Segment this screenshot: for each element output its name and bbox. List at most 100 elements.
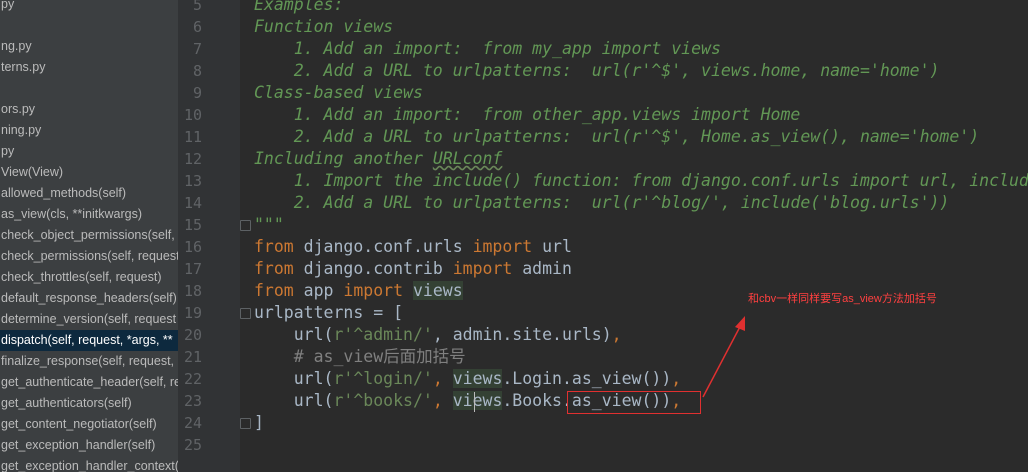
code-token: import	[343, 281, 404, 300]
line-number: 8	[192, 62, 202, 80]
code-token: from	[254, 259, 294, 278]
code-token: # as_view后面加括号	[254, 347, 466, 366]
code-token: import	[472, 237, 533, 256]
code-token: import	[452, 259, 513, 278]
structure-item[interactable]: get_exception_handler_context(	[0, 456, 178, 472]
code-line[interactable]: Class-based views	[254, 82, 423, 104]
code-token: url	[532, 237, 572, 256]
code-line[interactable]: from app import views	[254, 280, 463, 302]
code-line[interactable]: url(r'^admin/', admin.site.urls),	[254, 324, 622, 346]
structure-item[interactable]: get_content_negotiator(self)	[0, 414, 178, 435]
structure-item[interactable]: get_exception_handler(self)	[0, 435, 178, 456]
code-line[interactable]: from django.contrib import admin	[254, 258, 572, 280]
structure-item[interactable]: check_throttles(self, request)	[0, 267, 178, 288]
code-line[interactable]: ]	[254, 412, 264, 434]
structure-item[interactable]: check_permissions(self, request	[0, 246, 178, 267]
code-line[interactable]: from django.conf.urls import url	[254, 236, 572, 258]
line-number: 24	[183, 414, 202, 432]
code-token: Examples:	[254, 0, 344, 14]
structure-item[interactable]: terns.py	[0, 57, 178, 78]
code-token: 2. Add a URL to urlpatterns: url(r'^blog…	[254, 193, 950, 212]
structure-sidebar: py ng.py terns.py ors.py ning.py py View(View)…	[0, 0, 178, 472]
structure-item[interactable]: py	[0, 141, 178, 162]
line-number: 9	[192, 84, 202, 102]
line-number: 22	[183, 370, 202, 388]
line-number: 11	[183, 128, 202, 146]
structure-item[interactable]: ors.py	[0, 99, 178, 120]
structure-item[interactable]: ning.py	[0, 120, 178, 141]
line-number: 19	[183, 304, 202, 322]
code-token: from	[254, 237, 294, 256]
code-token: .Login.as_view())	[502, 369, 672, 388]
line-number: 6	[192, 18, 202, 36]
code-line[interactable]: urlpatterns = [	[254, 302, 403, 324]
code-line[interactable]: 1. Add an import: from other_app.views i…	[254, 104, 801, 126]
structure-item[interactable]	[0, 78, 178, 99]
code-line[interactable]: 1. Import the include() function: from d…	[254, 170, 1028, 192]
code-token: views	[412, 281, 463, 300]
line-number: 13	[183, 172, 202, 190]
code-token: 1. Import the include() function: from d…	[254, 171, 1028, 190]
code-token: ,	[432, 369, 453, 388]
line-number: 5	[192, 0, 202, 14]
code-token: django.conf.urls	[293, 237, 473, 256]
code-token: ,	[611, 325, 622, 344]
fold-marker-icon[interactable]	[240, 220, 251, 231]
code-token: from	[254, 281, 294, 300]
code-token: 2. Add a URL to urlpatterns: url(r'^$', …	[254, 127, 980, 146]
code-line[interactable]: Function views	[254, 16, 393, 38]
code-token: Class-based views	[254, 83, 423, 102]
code-line[interactable]: url(r'^login/', views.Login.as_view()),	[254, 368, 681, 390]
code-line[interactable]: Including another URLconf	[254, 148, 502, 170]
structure-item[interactable]: check_object_permissions(self,	[0, 225, 178, 246]
line-number: 14	[183, 194, 202, 212]
code-token: Function views	[254, 17, 394, 36]
structure-item[interactable]: finalize_response(self, request,	[0, 351, 178, 372]
line-number: 25	[183, 436, 202, 454]
structure-item[interactable]: allowed_methods(self)	[0, 183, 178, 204]
line-number: 12	[183, 150, 202, 168]
code-line[interactable]: 2. Add a URL to urlpatterns: url(r'^$', …	[254, 126, 979, 148]
code-token: admin	[512, 259, 572, 278]
text-caret	[474, 392, 475, 412]
code-line[interactable]: 2. Add a URL to urlpatterns: url(r'^blog…	[254, 192, 950, 214]
code-line[interactable]: 2. Add a URL to urlpatterns: url(r'^$', …	[254, 60, 940, 82]
annotation-text: 和cbv一样同样要写as_view方法加括号	[748, 293, 937, 305]
code-token: 1. Add an import: from my_app import vie…	[254, 39, 721, 58]
code-token: ,	[671, 369, 682, 388]
line-number: 15	[183, 216, 202, 234]
code-token: ]	[254, 413, 264, 432]
code-line[interactable]: 1. Add an import: from my_app import vie…	[254, 38, 721, 60]
code-token: URLconf	[432, 149, 503, 168]
fold-marker-icon[interactable]	[240, 308, 251, 319]
line-number: 20	[183, 326, 202, 344]
line-number: 10	[183, 106, 202, 124]
code-token: """	[254, 215, 284, 234]
line-number: 21	[183, 348, 202, 366]
structure-item[interactable]: default_response_headers(self)	[0, 288, 178, 309]
code-token: r'^login/'	[333, 369, 433, 388]
code-line[interactable]: # as_view后面加括号	[254, 346, 466, 368]
structure-item[interactable]: get_authenticate_header(self, re	[0, 372, 178, 393]
code-token: django.contrib	[293, 259, 453, 278]
annotation-highlight-box	[567, 391, 701, 414]
code-token: , admin.site.urls)	[432, 325, 612, 344]
code-line[interactable]: Examples:	[254, 0, 343, 16]
line-number: 18	[183, 282, 202, 300]
code-token: Including another	[254, 149, 433, 168]
structure-item[interactable]: dispatch(self, request, *args, **	[0, 330, 178, 351]
structure-item[interactable]: ng.py	[0, 36, 178, 57]
code-token: views	[452, 391, 503, 410]
structure-item[interactable]: determine_version(self, request	[0, 309, 178, 330]
code-line[interactable]: """	[254, 214, 284, 236]
structure-item[interactable]: View(View)	[0, 162, 178, 183]
structure-item[interactable]: as_view(cls, **initkwargs)	[0, 204, 178, 225]
code-token: url(	[254, 391, 334, 410]
fold-marker-icon[interactable]	[240, 418, 251, 429]
code-token: 2. Add a URL to urlpatterns: url(r'^$', …	[254, 61, 940, 80]
structure-item[interactable]	[0, 15, 178, 36]
structure-item[interactable]: get_authenticators(self)	[0, 393, 178, 414]
code-token: urlpatterns = [	[254, 303, 404, 322]
structure-item[interactable]: py	[0, 0, 178, 15]
code-token: app	[293, 281, 344, 300]
